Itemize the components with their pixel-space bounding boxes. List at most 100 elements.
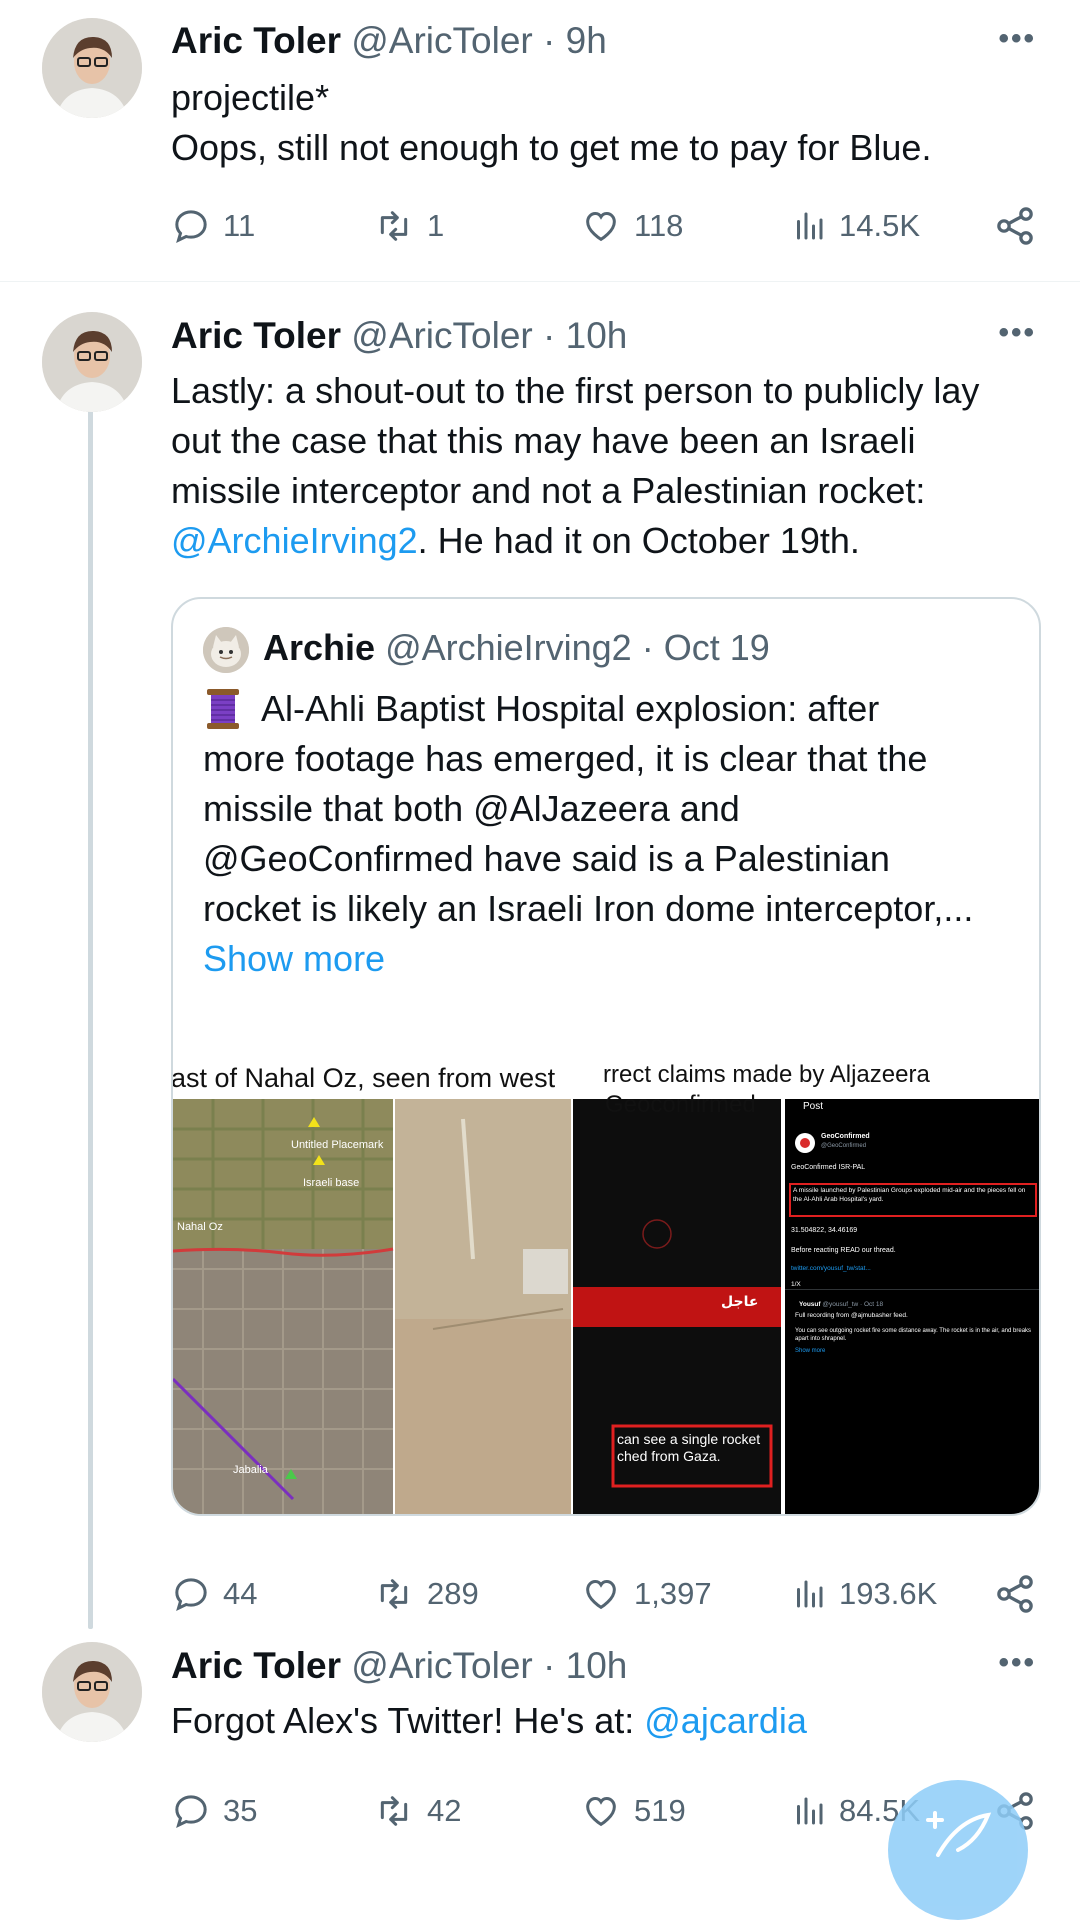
post-link: twitter.com/yousuf_tw/stat...: [791, 1265, 871, 1272]
more-options-icon[interactable]: •••: [998, 316, 1036, 350]
timestamp[interactable]: 9h: [566, 20, 607, 61]
like-button[interactable]: 519: [580, 1786, 686, 1836]
tweet-text-line: Lastly: a shout-out to the first person …: [171, 370, 980, 411]
show-more-link[interactable]: Show more: [203, 934, 1013, 984]
heart-icon: [586, 1796, 616, 1827]
mention-link[interactable]: @ajcardia: [644, 1700, 807, 1741]
quote-text: Al-Ahli Baptist Hospital explosion: afte…: [203, 684, 1013, 984]
like-count: 1,397: [634, 1576, 712, 1611]
quote-media[interactable]: ast of Nahal Oz, seen from west rrect cl…: [173, 1009, 1039, 1514]
post-highlight: A missile launched by Palestinian Groups…: [793, 1187, 1026, 1203]
more-options-icon[interactable]: •••: [998, 1646, 1036, 1680]
compose-button[interactable]: [888, 1780, 1028, 1920]
map-label: Untitled Placemark: [291, 1139, 384, 1151]
tweet-actions: 44 289 1,397 193.6K: [171, 1569, 1041, 1619]
aj-badge: عاجل: [721, 1293, 759, 1309]
views-icon: [797, 1797, 823, 1825]
post-count: 1/X: [791, 1281, 801, 1288]
mention-link[interactable]: @ArchieIrving2: [171, 520, 418, 561]
views-icon: [797, 1580, 823, 1608]
post-reply-text: You can see outgoing rocket fire some di…: [795, 1328, 1032, 1342]
post-read: Before reacting READ our thread.: [791, 1247, 896, 1254]
retweet-icon: [380, 211, 408, 241]
post-coords: 31.504822, 34.46169: [791, 1227, 858, 1234]
separator: ·: [543, 315, 566, 356]
display-name[interactable]: Aric Toler: [171, 1645, 341, 1686]
compose-feather-icon: [926, 1811, 992, 1857]
map-label: Jabalia: [233, 1464, 268, 1476]
retweet-button[interactable]: 289: [373, 1569, 479, 1619]
map-label: Israeli base: [303, 1177, 360, 1189]
post-account: GeoConfirmed: [821, 1133, 870, 1140]
reply-count: 35: [223, 1793, 258, 1828]
handle[interactable]: @AricToler: [351, 1645, 532, 1686]
quote-timestamp[interactable]: Oct 19: [664, 627, 770, 668]
reply-button[interactable]: 11: [171, 201, 255, 251]
post-tag: GeoConfirmed ISR-PAL: [791, 1164, 866, 1171]
retweet-count: 1: [427, 208, 445, 243]
views-button[interactable]: 14.5K: [791, 201, 920, 251]
timestamp[interactable]: 10h: [566, 315, 628, 356]
like-count: 519: [634, 1793, 686, 1828]
separator: ·: [543, 1645, 566, 1686]
post-subhandle: @GeoConfirmed: [821, 1143, 867, 1149]
map-label: Nahal Oz: [177, 1221, 223, 1233]
tweet-text-tail: . He had it on October 19th.: [417, 520, 860, 561]
quote-header: Archie @ArchieIrving2 · Oct 19: [263, 627, 770, 669]
retweet-button[interactable]: 1: [373, 201, 444, 251]
display-name[interactable]: Aric Toler: [171, 20, 341, 61]
quoted-tweet[interactable]: Archie @ArchieIrving2 · Oct 19 Al-Ahli B…: [171, 597, 1041, 1516]
tweet[interactable]: Aric Toler @AricToler · 9h ••• projectil…: [0, 0, 1080, 280]
quote-handle[interactable]: @ArchieIrving2: [385, 627, 632, 668]
avatar[interactable]: [42, 1642, 142, 1742]
retweet-icon: [380, 1579, 408, 1609]
timestamp[interactable]: 10h: [566, 1645, 628, 1686]
like-button[interactable]: 1,397: [580, 1569, 712, 1619]
handle[interactable]: @AricToler: [351, 20, 532, 61]
tweet-text-line: Forgot Alex's Twitter! He's at:: [171, 1700, 645, 1741]
share-button[interactable]: [993, 1569, 1037, 1619]
handle[interactable]: @AricToler: [351, 315, 532, 356]
media-caption-right: rrect claims made by Aljazeera: [603, 1061, 930, 1088]
reply-icon: [175, 210, 207, 243]
tweet-header: Aric Toler @AricToler · 10h: [171, 315, 627, 357]
tweet-header: Aric Toler @AricToler · 10h: [171, 1645, 627, 1687]
post-show-more: Show more: [795, 1348, 826, 1354]
share-icon: [997, 1575, 1033, 1613]
views-button[interactable]: 193.6K: [791, 1569, 937, 1619]
post-reply-text: Full recording from @ajmubasher feed.: [795, 1312, 908, 1319]
tweet-text-line: Oops, still not enough to get me to pay …: [171, 127, 932, 168]
media-caption-right-2: Geoconfirmed: [605, 1091, 756, 1118]
retweet-icon: [380, 1796, 408, 1826]
tweet-text-line: @ArchieIrving2. He had it on October 19t…: [171, 516, 1041, 566]
tweet-text: Lastly: a shout-out to the first person …: [171, 366, 1041, 566]
tweet-text-line: missile interceptor and not a Palestinia…: [171, 470, 926, 511]
like-button[interactable]: 118: [580, 201, 683, 251]
thread-spool-icon: [207, 689, 239, 729]
avatar[interactable]: [42, 18, 142, 118]
reply-button[interactable]: 35: [171, 1786, 257, 1836]
share-icon: [997, 207, 1033, 245]
tweet-text: Forgot Alex's Twitter! He's at: @ajcardi…: [171, 1696, 1041, 1746]
views-count: 14.5K: [839, 208, 921, 243]
quote-avatar[interactable]: [203, 627, 249, 673]
more-options-icon[interactable]: •••: [998, 22, 1036, 56]
quote-text-line: missile that both @AlJazeera and: [203, 788, 740, 829]
display-name[interactable]: Aric Toler: [171, 315, 341, 356]
tweet-text-line: projectile*: [171, 77, 330, 118]
reply-icon: [175, 1578, 207, 1611]
separator: ·: [543, 20, 566, 61]
post-header: Post: [803, 1101, 824, 1112]
avatar[interactable]: [42, 312, 142, 412]
views-icon: [797, 212, 823, 240]
views-count: 193.6K: [839, 1576, 938, 1611]
share-button[interactable]: [993, 201, 1037, 251]
separator: ·: [641, 627, 664, 668]
tweet-text: projectile* Oops, still not enough to ge…: [171, 73, 1041, 173]
reply-count: 44: [223, 1576, 258, 1611]
quote-display-name[interactable]: Archie: [263, 627, 375, 668]
reply-button[interactable]: 44: [171, 1569, 257, 1619]
quote-text-line: @GeoConfirmed have said is a Palestinian: [203, 838, 890, 879]
reply-icon: [175, 1795, 207, 1828]
retweet-button[interactable]: 42: [373, 1786, 461, 1836]
